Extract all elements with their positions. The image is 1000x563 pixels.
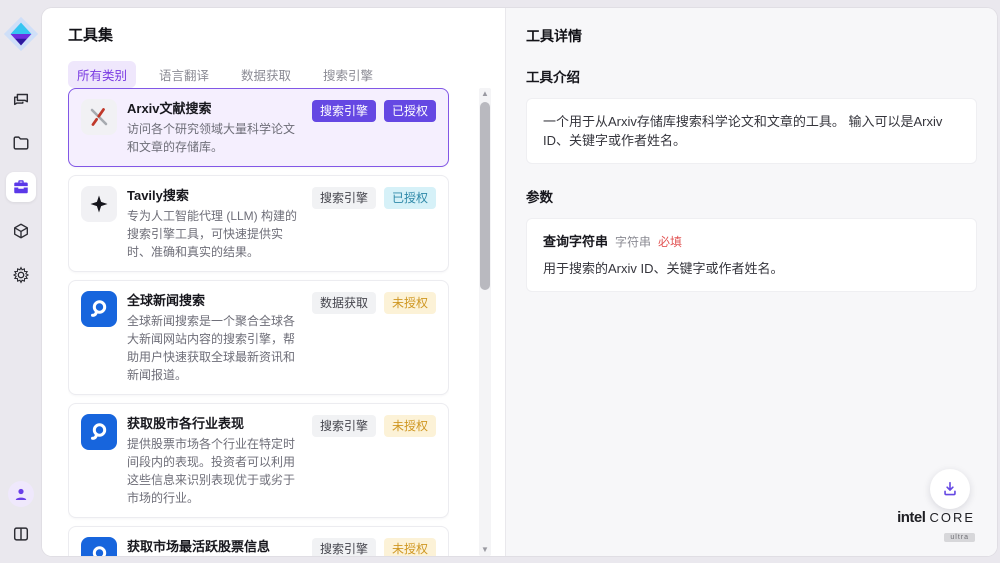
category-badge: 搜索引擎 xyxy=(312,415,376,437)
tool-card[interactable]: 获取市场最活跃股票信息 提供当天交易量最高的股票列表，投资者可以利用这些信息来识… xyxy=(68,526,449,556)
detail-title: 工具详情 xyxy=(526,26,977,46)
arxiv-icon xyxy=(81,99,117,135)
tool-name: 全球新闻搜索 xyxy=(127,292,302,309)
auth-status-badge: 未授权 xyxy=(384,538,436,556)
param-name: 查询字符串 xyxy=(543,232,608,251)
param-description: 用于搜索的Arxiv ID、关键字或作者姓名。 xyxy=(543,260,960,278)
tool-description: 专为人工智能代理 (LLM) 构建的搜索引擎工具，可快速提供实时、准确和真实的结… xyxy=(127,207,302,261)
auth-status-badge: 未授权 xyxy=(384,292,436,314)
auth-status-badge: 未授权 xyxy=(384,415,436,437)
list-scrollbar[interactable]: ▲ ▼ xyxy=(479,88,491,556)
main-shell: 工具集 所有类别语言翻译数据获取搜索引擎 Arxiv文献搜索 访问各个研究领域大… xyxy=(42,8,997,556)
chat-icon[interactable] xyxy=(6,84,36,114)
params-box: 查询字符串 字符串 必填 用于搜索的Arxiv ID、关键字或作者姓名。 xyxy=(526,218,977,292)
category-badge: 搜索引擎 xyxy=(312,538,376,556)
category-tab[interactable]: 搜索引擎 xyxy=(314,61,382,88)
tool-description: 全球新闻搜索是一个聚合全球各大新闻网站内容的搜索引擎，帮助用户快速获取全球最新资… xyxy=(127,312,302,384)
param-item: 查询字符串 字符串 必填 用于搜索的Arxiv ID、关键字或作者姓名。 xyxy=(543,232,960,278)
toolbox-icon-active[interactable] xyxy=(6,172,36,202)
intro-box: 一个用于从Arxiv存储库搜索科学论文和文章的工具。 输入可以是Arxiv ID… xyxy=(526,98,977,164)
auth-status-badge: 已授权 xyxy=(384,187,436,209)
tool-description: 访问各个研究领域大量科学论文和文章的存储库。 xyxy=(127,120,302,156)
juhe-icon xyxy=(81,537,117,556)
rail-bottom xyxy=(6,481,36,563)
category-tab[interactable]: 数据获取 xyxy=(232,61,300,88)
tool-detail-panel: 工具详情 工具介绍 一个用于从Arxiv存储库搜索科学论文和文章的工具。 输入可… xyxy=(506,8,997,556)
tool-name: 获取股市各行业表现 xyxy=(127,415,302,432)
app-logo[interactable] xyxy=(2,14,40,54)
tool-list-panel: 工具集 所有类别语言翻译数据获取搜索引擎 Arxiv文献搜索 访问各个研究领域大… xyxy=(42,8,506,556)
settings-gear-icon[interactable] xyxy=(6,260,36,290)
rail-nav xyxy=(6,84,36,290)
scroll-up-arrow[interactable]: ▲ xyxy=(479,88,491,100)
category-tab[interactable]: 语言翻译 xyxy=(150,61,218,88)
intro-heading: 工具介绍 xyxy=(526,66,977,86)
intel-core-logo: intel CORE ultra xyxy=(897,509,975,544)
params-heading: 参数 xyxy=(526,186,977,206)
param-type: 字符串 xyxy=(615,233,651,252)
juhe-icon xyxy=(81,414,117,450)
tool-name: 获取市场最活跃股票信息 xyxy=(127,538,302,555)
cube-icon[interactable] xyxy=(6,216,36,246)
intel-wordmark: intel xyxy=(897,509,925,526)
category-tab[interactable]: 所有类别 xyxy=(68,61,136,88)
tool-card[interactable]: 全球新闻搜索 全球新闻搜索是一个聚合全球各大新闻网站内容的搜索引擎，帮助用户快速… xyxy=(68,280,449,395)
folder-icon[interactable] xyxy=(6,128,36,158)
tavily-icon xyxy=(81,186,117,222)
ultra-badge: ultra xyxy=(944,533,975,542)
tool-name: Tavily搜索 xyxy=(127,187,302,204)
left-rail xyxy=(0,0,42,563)
tool-card[interactable]: Arxiv文献搜索 访问各个研究领域大量科学论文和文章的存储库。 搜索引擎 已授… xyxy=(68,88,449,167)
page-title: 工具集 xyxy=(68,24,505,45)
category-badge: 搜索引擎 xyxy=(312,100,376,122)
tool-name: Arxiv文献搜索 xyxy=(127,100,302,117)
juhe-icon xyxy=(81,291,117,327)
download-button[interactable] xyxy=(930,469,970,509)
tool-card[interactable]: 获取股市各行业表现 提供股票市场各个行业在特定时间段内的表现。投资者可以利用这些… xyxy=(68,403,449,518)
category-badge: 数据获取 xyxy=(312,292,376,314)
scrollbar-thumb[interactable] xyxy=(480,102,490,290)
tool-cards-list: Arxiv文献搜索 访问各个研究领域大量科学论文和文章的存储库。 搜索引擎 已授… xyxy=(68,88,449,556)
panel-toggle-icon[interactable] xyxy=(6,519,36,549)
category-badge: 搜索引擎 xyxy=(312,187,376,209)
auth-status-badge: 已授权 xyxy=(384,100,436,122)
tool-card[interactable]: Tavily搜索 专为人工智能代理 (LLM) 构建的搜索引擎工具，可快速提供实… xyxy=(68,175,449,272)
scroll-down-arrow[interactable]: ▼ xyxy=(479,544,491,556)
user-avatar[interactable] xyxy=(8,481,34,507)
tool-description: 提供股票市场各个行业在特定时间段内的表现。投资者可以利用这些信息来识别表现优于或… xyxy=(127,435,302,507)
core-wordmark: CORE xyxy=(929,510,975,525)
param-required-flag: 必填 xyxy=(658,233,682,252)
category-tabs: 所有类别语言翻译数据获取搜索引擎 xyxy=(68,61,505,88)
